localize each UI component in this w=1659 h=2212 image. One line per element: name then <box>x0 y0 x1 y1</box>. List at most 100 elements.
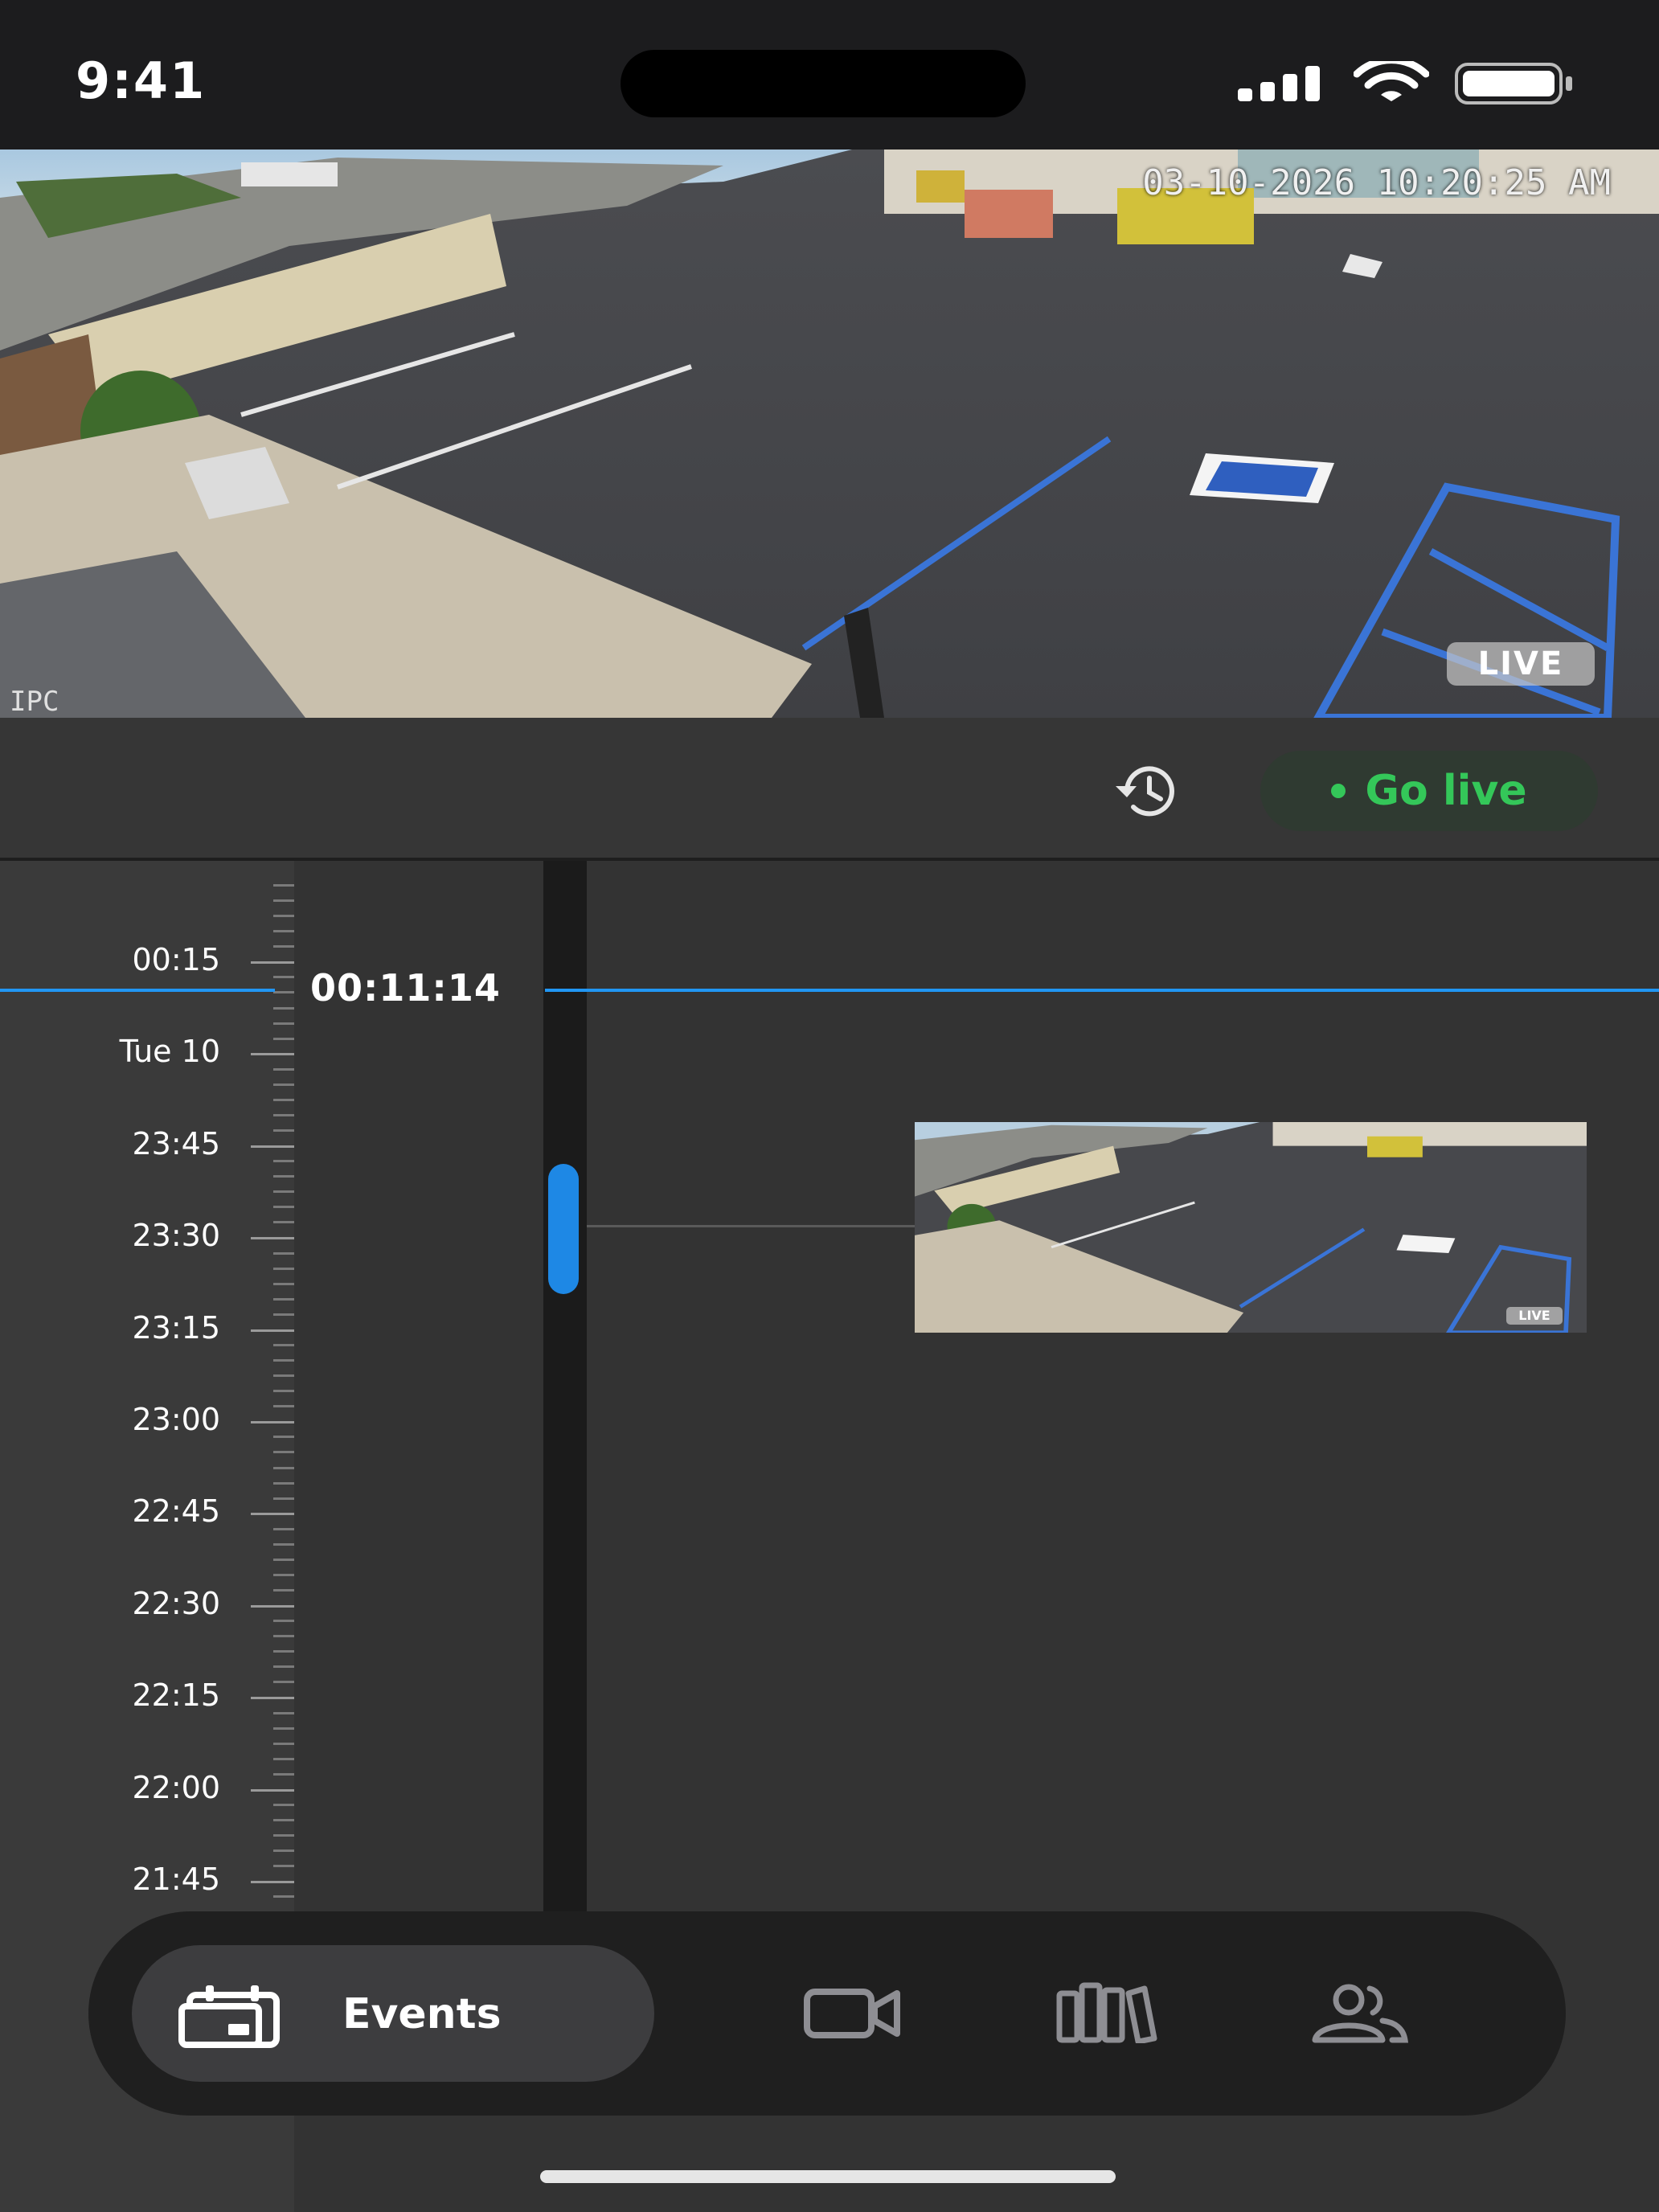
ruler-minor-tick <box>273 1206 294 1208</box>
ruler-tick-label: 23:30 <box>132 1218 220 1253</box>
event-thumbnail-live-badge: LIVE <box>1506 1307 1563 1325</box>
ruler-tick-label: 23:45 <box>132 1126 220 1161</box>
ruler-major-tick <box>251 1789 294 1792</box>
ruler-minor-tick <box>273 1865 294 1867</box>
ruler-major-tick <box>251 1145 294 1148</box>
ruler-minor-tick <box>273 1160 294 1162</box>
ruler-minor-tick <box>273 1727 294 1730</box>
ruler-minor-tick <box>273 945 294 948</box>
ruler-tick-label: Tue 10 <box>119 1034 220 1069</box>
current-time-label: 00:11:14 <box>310 966 501 1010</box>
ruler-minor-tick <box>273 1436 294 1438</box>
ruler-major-tick <box>251 1513 294 1515</box>
ruler-minor-tick <box>273 1467 294 1469</box>
ruler-minor-tick <box>273 1665 294 1668</box>
ruler-minor-tick <box>273 1405 294 1407</box>
ruler-minor-tick <box>273 1221 294 1223</box>
ruler-minor-tick <box>273 1268 294 1270</box>
people-icon[interactable] <box>1309 1984 1408 2043</box>
ruler-minor-tick <box>273 1743 294 1745</box>
ruler-minor-tick <box>273 1007 294 1010</box>
feed-timestamp: 03-10-2026 10:20:25 AM <box>1142 162 1611 203</box>
ruler-minor-tick <box>273 1834 294 1837</box>
ruler-minor-tick <box>273 1451 294 1453</box>
ruler-minor-tick <box>273 1175 294 1178</box>
ruler-minor-tick <box>273 1819 294 1821</box>
ruler-major-tick <box>251 1881 294 1883</box>
ruler-tick-label: 23:00 <box>132 1402 220 1437</box>
ruler-minor-tick <box>273 1252 294 1255</box>
ruler-major-tick <box>251 1329 294 1332</box>
events-icon <box>178 1985 280 2048</box>
event-thumbnail[interactable]: LIVE <box>915 1122 1587 1333</box>
home-indicator <box>540 2170 1116 2183</box>
ruler-minor-tick <box>273 1559 294 1561</box>
ruler-minor-tick <box>273 1895 294 1898</box>
go-live-label: Go live <box>1365 767 1527 815</box>
ruler-minor-tick <box>273 1497 294 1500</box>
ruler-minor-tick <box>273 1712 294 1714</box>
ruler-minor-tick <box>273 976 294 978</box>
ruler-minor-tick <box>273 1543 294 1546</box>
live-badge: LIVE <box>1447 642 1595 686</box>
ruler-tick-label: 00:15 <box>132 942 220 977</box>
ruler-minor-tick <box>273 1390 294 1392</box>
ruler-minor-tick <box>273 1620 294 1622</box>
ruler-minor-tick <box>273 1574 294 1576</box>
ruler-minor-tick <box>273 1528 294 1530</box>
ruler-minor-tick <box>273 1374 294 1377</box>
ruler-minor-tick <box>273 1022 294 1025</box>
ruler-minor-tick <box>273 1283 294 1285</box>
event-thumbnail-image <box>915 1122 1587 1333</box>
live-dot <box>1331 784 1346 798</box>
ruler-tick-label: 23:15 <box>132 1310 220 1346</box>
ruler-minor-tick <box>273 1038 294 1040</box>
ruler-minor-tick <box>273 1635 294 1637</box>
ruler-minor-tick <box>273 1083 294 1086</box>
ruler-minor-tick <box>273 1313 294 1316</box>
library-icon[interactable] <box>1056 1982 1157 2043</box>
wifi-icon <box>1354 61 1429 101</box>
ruler-minor-tick <box>273 1482 294 1485</box>
scrub-track[interactable] <box>543 861 587 1912</box>
parking-lot-image <box>0 150 1659 718</box>
ruler-tick-label: 21:45 <box>132 1862 220 1897</box>
ruler-minor-tick <box>273 1804 294 1806</box>
ruler-minor-tick <box>273 1068 294 1071</box>
ruler-minor-tick <box>273 1589 294 1591</box>
ruler-major-tick <box>251 961 294 964</box>
current-time-line <box>0 989 275 992</box>
ruler-minor-tick <box>273 1298 294 1301</box>
cellular-signal-icon <box>1238 66 1320 101</box>
ruler-minor-tick <box>273 1681 294 1683</box>
ruler-minor-tick <box>273 884 294 887</box>
ruler-minor-tick <box>273 1359 294 1362</box>
camera-feed[interactable]: 03-10-2026 10:20:25 AM IPC LIVE <box>0 150 1659 718</box>
ruler-minor-tick <box>273 1190 294 1193</box>
ruler-minor-tick <box>273 1650 294 1653</box>
ruler-minor-tick <box>273 1773 294 1776</box>
event-connector <box>587 1225 915 1227</box>
feed-watermark: IPC <box>10 686 59 718</box>
ruler-minor-tick <box>273 1114 294 1116</box>
tab-events-label: Events <box>342 1990 502 2038</box>
go-live-button[interactable]: Go live <box>1260 751 1598 831</box>
dynamic-island <box>621 50 1026 117</box>
ruler-minor-tick <box>273 915 294 917</box>
scrub-handle[interactable] <box>548 1164 579 1294</box>
ruler-minor-tick <box>273 1099 294 1101</box>
ruler-tick-label: 22:00 <box>132 1770 220 1805</box>
camera-icon[interactable] <box>804 1987 902 2040</box>
ruler-tick-label: 22:30 <box>132 1586 220 1621</box>
ruler-tick-label: 22:15 <box>132 1677 220 1713</box>
current-time-line <box>545 989 1659 992</box>
ruler-minor-tick <box>273 991 294 993</box>
ruler-minor-tick <box>273 1849 294 1852</box>
ruler-major-tick <box>251 1053 294 1055</box>
ruler-major-tick <box>251 1697 294 1699</box>
history-icon[interactable] <box>1103 762 1196 820</box>
ruler-minor-tick <box>273 930 294 932</box>
ruler-major-tick <box>251 1237 294 1239</box>
ruler-minor-tick <box>273 899 294 902</box>
ruler-minor-tick <box>273 1344 294 1346</box>
